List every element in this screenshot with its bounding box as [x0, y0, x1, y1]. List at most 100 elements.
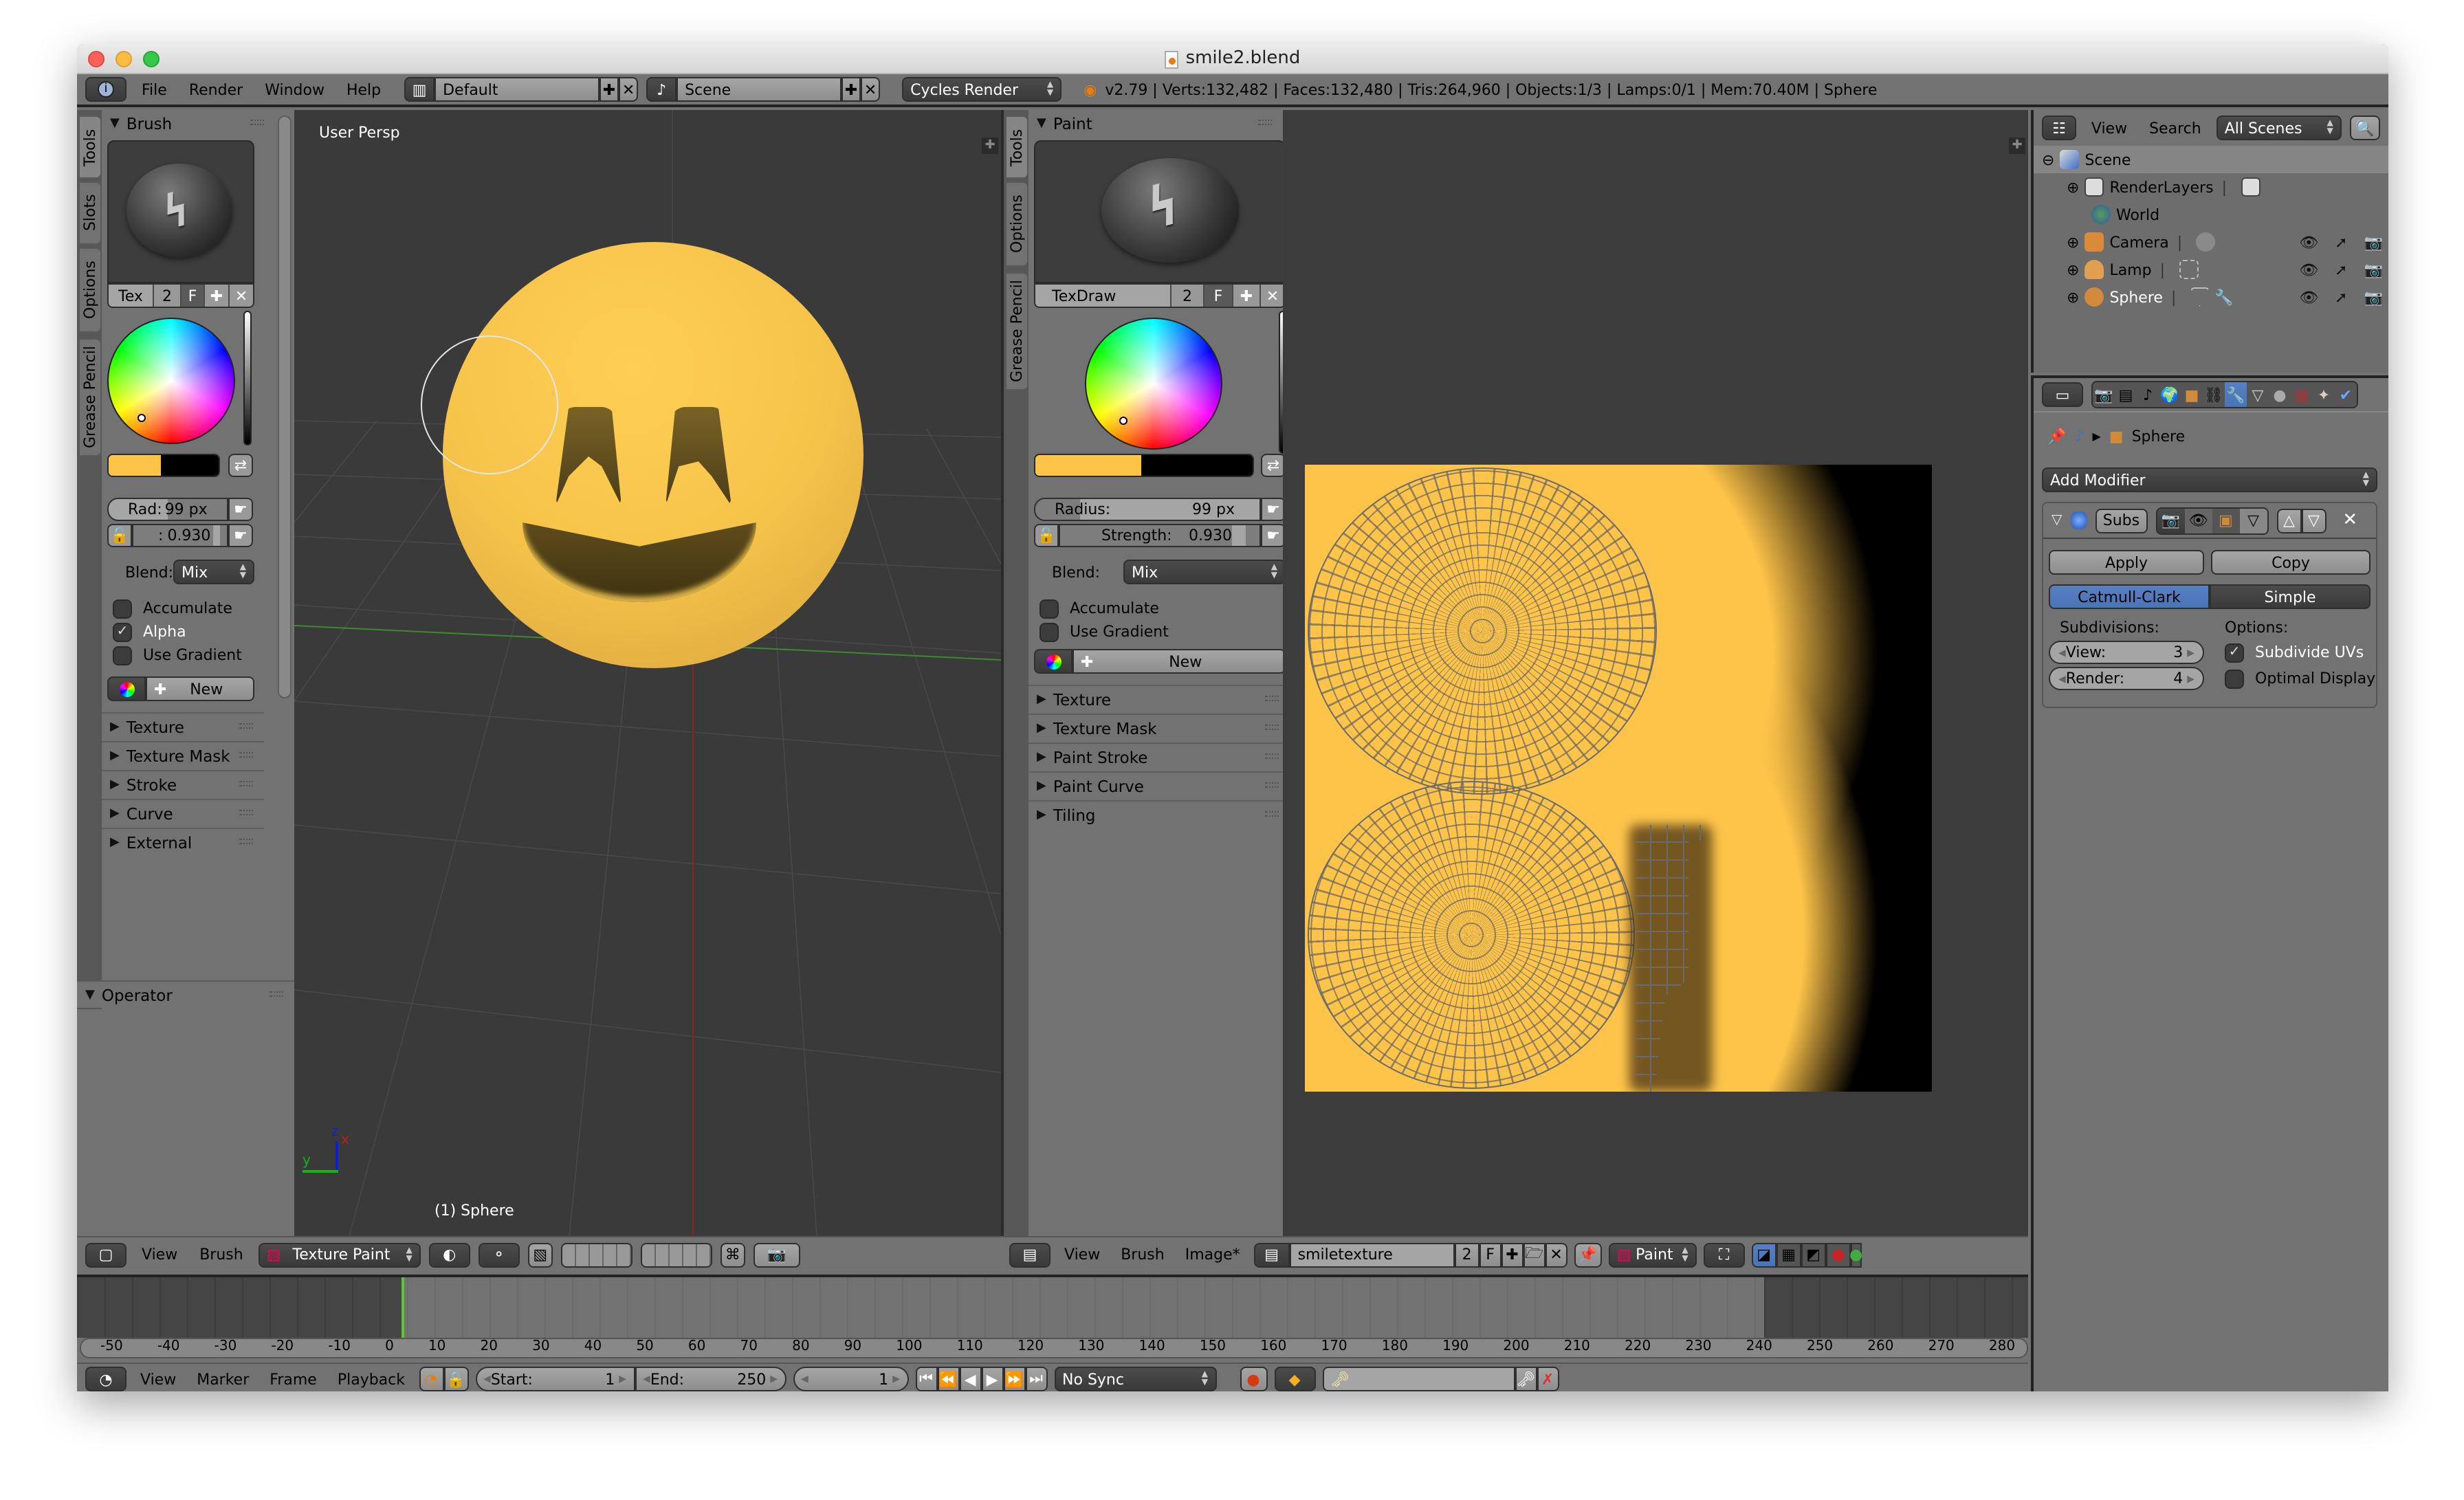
scene-field[interactable]: Scene: [676, 77, 842, 102]
new-image-button[interactable]: ✚: [1501, 1242, 1524, 1267]
image-blend-dropdown[interactable]: Mix ▲ ▼: [1123, 560, 1286, 584]
tab-texture-icon[interactable]: ▦: [2291, 382, 2313, 407]
editor-type-image-button[interactable]: ▤: [1009, 1242, 1050, 1267]
unlink-image-button[interactable]: ✕: [1545, 1242, 1568, 1267]
paint-panel-header[interactable]: ▼ Paint: [1028, 110, 1283, 137]
fake-user-button[interactable]: F: [182, 285, 205, 307]
move-down-button[interactable]: ▽: [2301, 508, 2326, 533]
tab-grease-pencil-image[interactable]: Grease Pencil: [1005, 272, 1028, 390]
active-keying-set-field[interactable]: 🗝: [1322, 1367, 1515, 1391]
image-mode-dropdown[interactable]: ▨ Paint ▲ ▼: [1608, 1242, 1697, 1267]
image-properties-toggle[interactable]: ✚: [2009, 137, 2025, 154]
outliner-row-lamp[interactable]: ⊕ Lamp | 👁 ➚ 📷: [2034, 256, 2388, 283]
drag-grip-icon[interactable]: [250, 120, 264, 125]
unlink-brush-button[interactable]: ✕: [230, 285, 253, 307]
selectability-cursor-icon[interactable]: ➚: [2335, 288, 2347, 306]
secondary-color-swatch[interactable]: [161, 455, 219, 476]
outliner-display-mode-dropdown[interactable]: All Scenes ▲ ▼: [2216, 115, 2342, 140]
render-levels-field[interactable]: ◀ Render: 4 ▶: [2049, 667, 2204, 690]
sync-mode-dropdown[interactable]: No Sync ▲ ▼: [1054, 1367, 1217, 1391]
outliner-row-world[interactable]: World: [2034, 201, 2388, 228]
renderability-camera-icon[interactable]: 📷: [2364, 288, 2383, 306]
tab-render-icon[interactable]: 📷: [2093, 382, 2115, 407]
menu-render[interactable]: Render: [182, 80, 250, 98]
timeline-menu-playback[interactable]: Playback: [331, 1370, 412, 1388]
minimize-window-button[interactable]: [116, 51, 132, 67]
pin-icon[interactable]: 📌: [2047, 428, 2066, 445]
delete-screen-button[interactable]: ✕: [619, 77, 639, 102]
tab-data-icon[interactable]: ▽: [2247, 382, 2269, 407]
frame-ruler[interactable]: -50 -40 -30 -20 -10 0 10 20 30 40 50 60 70 80 90 100 110…: [80, 1338, 2028, 1358]
selectability-cursor-icon[interactable]: ➚: [2335, 233, 2347, 251]
tab-world-icon[interactable]: 🌍: [2159, 382, 2181, 407]
strength-pressure-icon[interactable]: ☛: [228, 524, 253, 547]
use-preview-range-button[interactable]: ◔: [419, 1367, 444, 1391]
timeline-menu-frame[interactable]: Frame: [263, 1370, 324, 1388]
menu-brush[interactable]: Brush: [192, 1246, 250, 1264]
image-strength-field[interactable]: Strength: 0.930: [1059, 524, 1261, 547]
add-scene-button[interactable]: ✚: [842, 77, 861, 102]
current-frame-indicator[interactable]: [402, 1277, 404, 1338]
panel-tiling[interactable]: ▶ Tiling: [1028, 800, 1290, 829]
apply-button[interactable]: Apply: [2049, 550, 2204, 575]
pin-image-button[interactable]: 📌: [1574, 1242, 1602, 1267]
panel-curve[interactable]: ▶ Curve: [102, 799, 264, 828]
screen-layout-field[interactable]: Default: [434, 77, 600, 102]
visibility-eye-icon[interactable]: 👁: [2299, 261, 2318, 278]
color-wheel[interactable]: [107, 318, 235, 444]
image-new-palette-button[interactable]: ✚ New: [1072, 649, 1286, 674]
delete-keyframe-button[interactable]: ✗: [1537, 1367, 1559, 1391]
use-gradient-checkbox[interactable]: Use Gradient: [113, 643, 242, 667]
brush-name-field[interactable]: Tex: [109, 285, 154, 307]
operator-panel-header[interactable]: ▼ Operator: [77, 980, 294, 1008]
panel-texture-image[interactable]: ▶ Texture: [1028, 685, 1290, 714]
jump-to-keyframe-forward-button[interactable]: ⏩: [1003, 1367, 1026, 1391]
smiletexture-image[interactable]: [1305, 465, 1932, 1092]
draw-color-alpha-button[interactable]: ◪: [1751, 1242, 1776, 1267]
render-opengl-buttons[interactable]: 📷: [753, 1242, 800, 1267]
image-primary-color-swatch[interactable]: [1035, 455, 1141, 476]
menu-help[interactable]: Help: [340, 80, 388, 98]
add-modifier-dropdown[interactable]: Add Modifier ▲ ▼: [2042, 467, 2377, 492]
blend-dropdown[interactable]: Mix ▲ ▼: [173, 560, 254, 584]
color-picker-handle[interactable]: [138, 414, 146, 422]
tab-grease-pencil[interactable]: Grease Pencil: [78, 338, 102, 456]
tool-shelf-scrollbar[interactable]: [278, 115, 292, 698]
unlink-texdraw-button[interactable]: ✕: [1261, 285, 1284, 307]
start-frame-field[interactable]: ◀ Start: 1 ▶: [475, 1367, 635, 1391]
simple-option[interactable]: Simple: [2210, 584, 2370, 609]
outliner-row-camera[interactable]: ⊕ Camera | 👁 ➚ 📷: [2034, 228, 2388, 256]
image-use-gradient-checkbox[interactable]: Use Gradient: [1040, 620, 1169, 643]
add-texdraw-button[interactable]: ✚: [1233, 285, 1261, 307]
layer-buttons-2[interactable]: [640, 1242, 712, 1267]
tab-physics-icon[interactable]: ✔: [2335, 382, 2357, 407]
outliner-search-button[interactable]: 🔍: [2349, 115, 2381, 140]
outliner-row-renderlayers[interactable]: ⊕ RenderLayers |: [2034, 173, 2388, 201]
image-fake-user-button[interactable]: F: [1479, 1242, 1502, 1267]
screen-layout-icon[interactable]: ▥: [404, 77, 435, 102]
renderability-camera-icon[interactable]: 📷: [2364, 261, 2383, 278]
tab-modifiers-icon[interactable]: 🔧: [2225, 382, 2247, 407]
texdraw-users-count[interactable]: 2: [1172, 285, 1204, 307]
delete-scene-button[interactable]: ✕: [861, 77, 881, 102]
menu-view[interactable]: View: [135, 1246, 184, 1264]
lock-time-cursor-button[interactable]: 🔒: [443, 1367, 469, 1391]
outliner-row-sphere[interactable]: ⊕ Sphere | 🔧 👁 ➚ 📷: [2034, 283, 2388, 311]
draw-green-channel-button[interactable]: ●: [1849, 1242, 1862, 1267]
pivot-dropdown-image[interactable]: ⛶: [1703, 1242, 1745, 1267]
end-frame-field[interactable]: ◀ End: 250 ▶: [635, 1367, 786, 1391]
3d-viewport[interactable]: User Persp z x y (1) Sphere ✚: [294, 110, 1001, 1236]
modifier-collapse-icon[interactable]: ▽: [2052, 513, 2062, 528]
visibility-eye-icon[interactable]: 👁: [2299, 288, 2318, 306]
menu-image[interactable]: Image*: [1178, 1246, 1247, 1264]
catmull-clark-option[interactable]: Catmull-Clark: [2049, 584, 2210, 609]
menu-file[interactable]: File: [135, 80, 174, 98]
view-levels-field[interactable]: ◀ View: 3 ▶: [2049, 641, 2204, 664]
visibility-eye-icon[interactable]: 👁: [2299, 233, 2318, 251]
draw-alpha-button[interactable]: ◩: [1801, 1242, 1826, 1267]
editor-type-timeline-button[interactable]: ◔: [85, 1367, 126, 1391]
image-strength-pressure-icon[interactable]: ☛: [1261, 524, 1286, 547]
keying-mode-dropdown[interactable]: ◆: [1274, 1367, 1316, 1391]
image-name-field[interactable]: smiletexture: [1289, 1242, 1455, 1267]
expand-icon[interactable]: ⊕: [2067, 233, 2079, 251]
